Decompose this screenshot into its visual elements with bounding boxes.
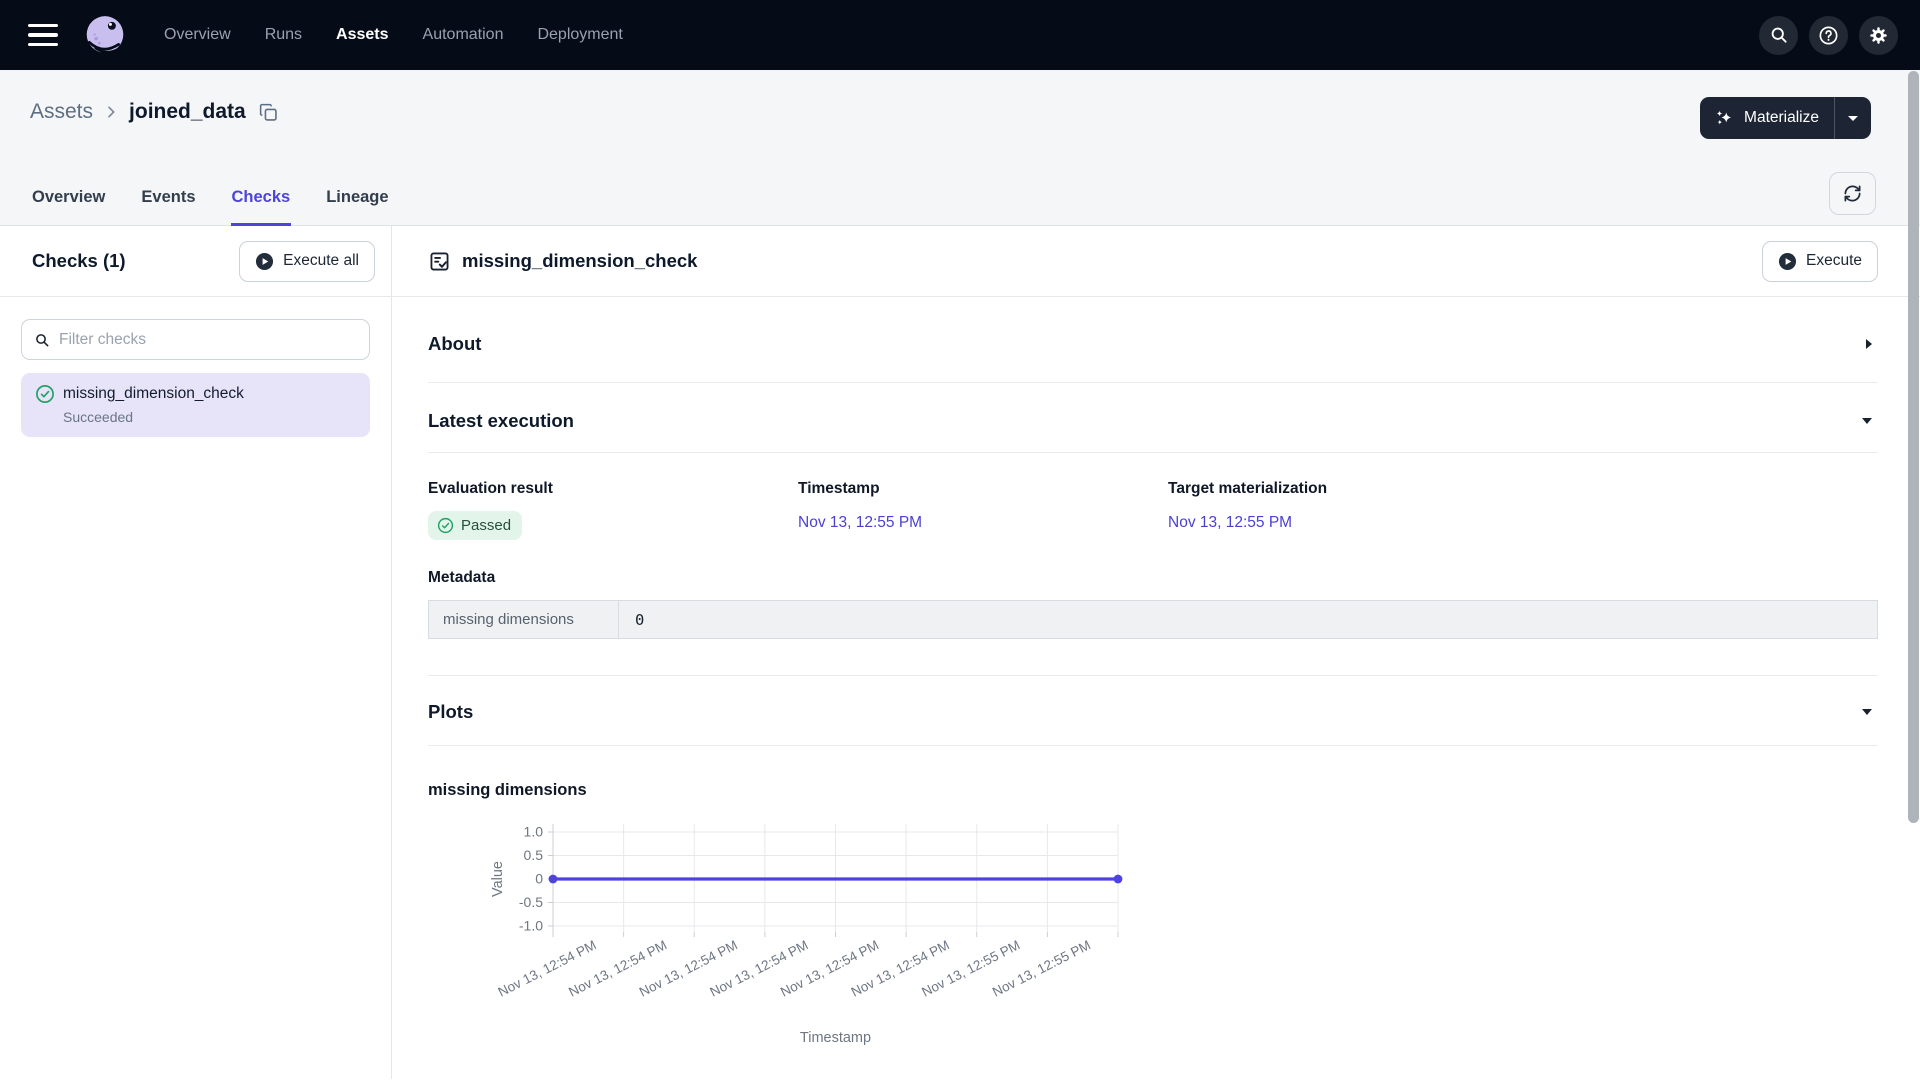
plots-section-toggle[interactable]: Plots — [428, 676, 1878, 746]
passed-badge-label: Passed — [461, 517, 511, 534]
about-section-toggle[interactable]: About — [428, 297, 1878, 383]
help-icon — [1818, 25, 1839, 46]
check-name: missing_dimension_check — [462, 250, 697, 272]
breadcrumb-assets-link[interactable]: Assets — [30, 100, 93, 124]
app-root: Overview Runs Assets Automation Deployme… — [0, 0, 1920, 1080]
chevron-right-icon — [1866, 339, 1872, 349]
materialize-button[interactable]: Materialize — [1700, 97, 1834, 139]
metadata-heading: Metadata — [428, 569, 1878, 587]
chevron-down-icon — [1862, 418, 1872, 424]
dagster-logo-icon[interactable] — [82, 12, 128, 58]
nav-link-assets[interactable]: Assets — [336, 26, 388, 44]
copy-icon — [258, 102, 279, 123]
content-panels: Checks (1) Execute all — [0, 226, 1920, 1079]
execute-label: Execute — [1806, 252, 1862, 270]
line-chart: 1.00.50-0.5-1.0Nov 13, 12:54 PMNov 13, 1… — [458, 814, 1248, 1062]
latest-execution-summary: Evaluation result Passed Timestamp Nov 1… — [428, 453, 1878, 540]
target-materialization-label: Target materialization — [1168, 480, 1538, 498]
nav-link-automation[interactable]: Automation — [423, 26, 504, 44]
search-icon — [1769, 25, 1789, 45]
evaluation-result-label: Evaluation result — [428, 480, 798, 498]
timestamp-label: Timestamp — [798, 480, 1168, 498]
scrollbar-thumb[interactable] — [1908, 71, 1919, 823]
checks-sidebar-header: Checks (1) Execute all — [0, 226, 391, 297]
metadata-block: Metadata missing dimensions 0 — [428, 569, 1878, 639]
tab-lineage[interactable]: Lineage — [325, 188, 389, 226]
help-button[interactable] — [1809, 16, 1848, 55]
search-icon — [34, 332, 50, 348]
check-detail-title: missing_dimension_check — [428, 250, 697, 273]
primary-nav: Overview Runs Assets Automation Deployme… — [164, 26, 623, 44]
target-materialization-link[interactable]: Nov 13, 12:55 PM — [1168, 514, 1292, 532]
missing-dimensions-chart: 1.00.50-0.5-1.0Nov 13, 12:54 PMNov 13, 1… — [458, 814, 1878, 1062]
check-detail-header: missing_dimension_check Execute — [392, 226, 1920, 297]
about-heading: About — [428, 333, 481, 355]
timestamp-link[interactable]: Nov 13, 12:55 PM — [798, 514, 922, 532]
page-scrollbar[interactable] — [1908, 71, 1919, 1080]
chevron-down-icon — [1862, 709, 1872, 715]
caret-down-icon — [1848, 116, 1858, 121]
materialize-split-button: Materialize — [1700, 97, 1871, 139]
check-success-icon — [35, 384, 55, 404]
top-nav: Overview Runs Assets Automation Deployme… — [0, 0, 1920, 70]
materialize-dropdown-button[interactable] — [1835, 97, 1871, 139]
svg-text:-1.0: -1.0 — [519, 918, 543, 934]
play-circle-icon — [255, 252, 274, 271]
filter-checks-input[interactable] — [59, 331, 357, 349]
metadata-key-cell: missing dimensions — [429, 601, 619, 638]
filter-checks-box — [21, 319, 370, 360]
sparkles-icon — [1714, 108, 1735, 129]
svg-text:1.0: 1.0 — [524, 824, 544, 840]
page-title: joined_data — [129, 100, 246, 124]
chevron-right-icon — [103, 104, 119, 120]
tab-overview[interactable]: Overview — [31, 188, 106, 226]
metadata-value-cell: 0 — [619, 601, 660, 638]
plot-title: missing dimensions — [428, 781, 1878, 800]
check-detail-body: About Latest execution Evaluation result — [392, 297, 1920, 1080]
tab-events[interactable]: Events — [140, 188, 196, 226]
latest-execution-heading: Latest execution — [428, 410, 574, 432]
passed-badge: Passed — [428, 511, 522, 540]
tab-checks[interactable]: Checks — [231, 188, 292, 226]
check-item-status: Succeeded — [63, 409, 356, 425]
svg-text:0.5: 0.5 — [524, 847, 544, 863]
execute-button[interactable]: Execute — [1762, 241, 1878, 282]
metadata-table: missing dimensions 0 — [428, 600, 1878, 639]
search-button[interactable] — [1759, 16, 1798, 55]
svg-text:0: 0 — [535, 871, 543, 887]
settings-button[interactable] — [1859, 16, 1898, 55]
latest-execution-toggle[interactable]: Latest execution — [428, 383, 1878, 453]
refresh-icon — [1843, 184, 1862, 203]
copy-button[interactable] — [258, 102, 279, 123]
asset-tabs: Overview Events Checks Lineage — [31, 188, 390, 226]
latest-execution-section: Latest execution Evaluation result Passe… — [428, 383, 1878, 676]
checks-count-title: Checks (1) — [32, 250, 126, 272]
checks-sidebar: Checks (1) Execute all — [0, 226, 392, 1079]
check-list-item[interactable]: missing_dimension_check Succeeded — [21, 373, 370, 437]
check-detail-panel: missing_dimension_check Execute About La — [392, 226, 1920, 1079]
execute-all-label: Execute all — [283, 252, 359, 270]
play-circle-icon — [1778, 252, 1797, 271]
refresh-button[interactable] — [1829, 172, 1876, 215]
materialize-label: Materialize — [1744, 109, 1819, 127]
hamburger-menu-icon[interactable] — [28, 24, 60, 46]
check-item-name: missing_dimension_check — [63, 385, 244, 403]
svg-text:-0.5: -0.5 — [519, 894, 543, 910]
nav-link-deployment[interactable]: Deployment — [537, 26, 622, 44]
gear-icon — [1868, 25, 1889, 46]
checks-sidebar-body: missing_dimension_check Succeeded — [0, 297, 391, 459]
breadcrumb: Assets joined_data — [0, 70, 1920, 124]
plots-heading: Plots — [428, 701, 473, 723]
nav-icon-buttons — [1759, 16, 1898, 55]
execute-all-button[interactable]: Execute all — [239, 241, 375, 282]
svg-text:Value: Value — [490, 861, 506, 897]
checklist-icon — [428, 250, 451, 273]
nav-link-overview[interactable]: Overview — [164, 26, 231, 44]
page-header: Assets joined_data Materialize — [0, 70, 1920, 226]
check-success-icon — [437, 517, 454, 534]
nav-link-runs[interactable]: Runs — [265, 26, 302, 44]
svg-text:Timestamp: Timestamp — [800, 1030, 871, 1046]
